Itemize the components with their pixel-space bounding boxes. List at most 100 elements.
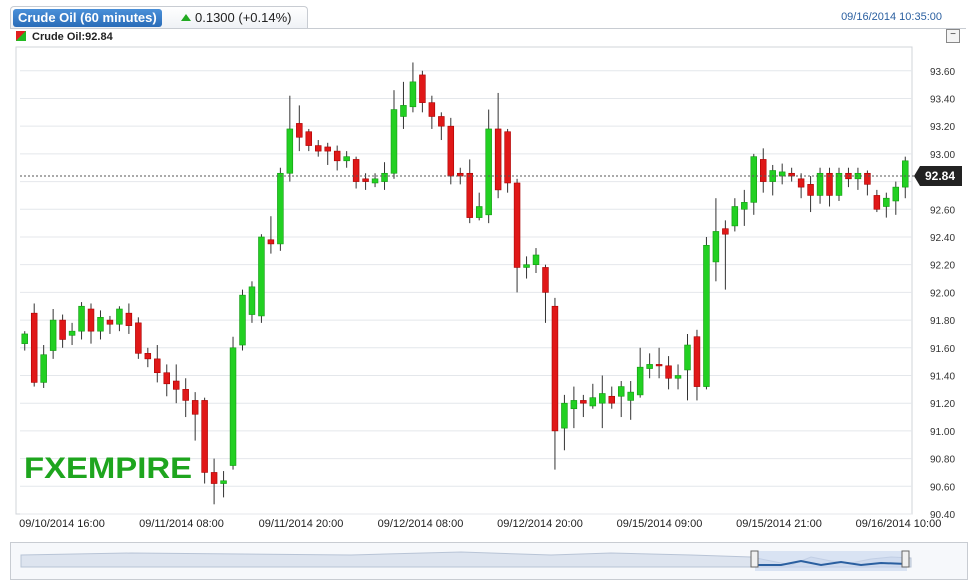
x-tick-label: 09/11/2014 20:00 bbox=[259, 518, 344, 530]
x-tick-label: 09/12/2014 20:00 bbox=[497, 518, 583, 530]
x-tick-label: 09/12/2014 08:00 bbox=[378, 518, 464, 530]
candle-body-up bbox=[248, 286, 256, 315]
y-tick-label: 91.80 bbox=[930, 316, 955, 327]
candle-body-up bbox=[40, 354, 47, 383]
navigator-overview bbox=[20, 550, 912, 571]
candle-body-down bbox=[826, 172, 833, 196]
candle-body-up bbox=[627, 391, 634, 401]
x-axis: 09/10/2014 16:00 09/11/2014 08:00 09/11/20… bbox=[19, 518, 941, 530]
candle-body-down bbox=[201, 400, 208, 473]
candle-body-up bbox=[731, 206, 739, 227]
candle-body-up bbox=[400, 105, 407, 117]
candle-body-down bbox=[87, 308, 95, 332]
candle-body-down bbox=[797, 178, 805, 188]
navigator-left-handle[interactable] bbox=[750, 550, 759, 568]
candle-body-down bbox=[438, 116, 445, 127]
candle-body-down bbox=[608, 395, 615, 404]
candle-body-down bbox=[106, 319, 114, 325]
candle bbox=[30, 303, 38, 387]
candle-body-up bbox=[229, 347, 237, 466]
candle-body-down bbox=[324, 146, 331, 152]
y-tick-label: 92.20 bbox=[930, 261, 955, 272]
candle-body-down bbox=[305, 131, 313, 146]
y-tick-label: 91.60 bbox=[930, 344, 955, 355]
candle-body-down bbox=[362, 178, 369, 182]
candle-body-down bbox=[191, 400, 199, 415]
candle-body-up bbox=[674, 375, 682, 379]
candle bbox=[239, 289, 246, 351]
candle-body-up bbox=[883, 197, 890, 207]
y-tick-label: 91.20 bbox=[930, 399, 955, 410]
candle-body-down bbox=[296, 123, 303, 138]
candle-body-up bbox=[532, 254, 540, 265]
watermark-logo: FXEMPIRE bbox=[24, 452, 192, 485]
y-tick-label: 92.60 bbox=[930, 205, 955, 216]
candle-body-up bbox=[390, 109, 398, 174]
navigator-right-handle[interactable] bbox=[901, 550, 910, 568]
x-tick-label: 09/15/2014 09:00 bbox=[617, 518, 703, 530]
candle-body-up bbox=[381, 172, 388, 182]
candle-body-up bbox=[277, 172, 284, 245]
candle bbox=[135, 317, 142, 359]
y-tick-label: 92.00 bbox=[930, 288, 955, 299]
candle-body-down bbox=[447, 125, 455, 177]
candle-body-down bbox=[210, 472, 218, 484]
y-tick-label: 91.40 bbox=[930, 371, 955, 382]
candle-body-up bbox=[750, 156, 758, 203]
candle-body-up bbox=[78, 305, 85, 332]
candle-body-up bbox=[570, 400, 578, 410]
candle-body-up bbox=[523, 264, 530, 268]
y-tick-label: 93.00 bbox=[930, 150, 955, 161]
candle-body-down bbox=[125, 312, 133, 326]
candle-body-down bbox=[428, 102, 436, 117]
candle-body-down bbox=[722, 228, 729, 235]
candle-body-up bbox=[589, 397, 597, 407]
x-tick-label: 09/15/2014 21:00 bbox=[736, 518, 822, 530]
last-price-marker: 92.84 bbox=[914, 166, 962, 187]
navigator[interactable] bbox=[10, 542, 968, 580]
candle-body-down bbox=[580, 400, 587, 404]
candle-body-up bbox=[835, 172, 843, 196]
navigator-selection[interactable] bbox=[755, 551, 907, 571]
candle-body-up bbox=[21, 333, 28, 344]
candle-body-down bbox=[513, 182, 521, 268]
candle-body-down bbox=[494, 128, 502, 191]
y-tick-label: 93.20 bbox=[930, 122, 955, 133]
candle-body-down bbox=[466, 172, 473, 218]
candle-body-down bbox=[551, 305, 559, 432]
candle-body-down bbox=[30, 312, 38, 383]
candle-body-down bbox=[655, 364, 663, 367]
candle-body-up bbox=[646, 364, 653, 369]
candle bbox=[277, 167, 284, 251]
x-tick-label: 09/11/2014 08:00 bbox=[139, 518, 224, 530]
candle-body-up bbox=[97, 317, 104, 332]
candle-body-down bbox=[807, 184, 814, 196]
y-tick-label: 92.40 bbox=[930, 233, 955, 244]
candle-body-up bbox=[617, 386, 625, 397]
candle bbox=[447, 117, 455, 185]
candle-body-up bbox=[892, 186, 900, 202]
candle-body-up bbox=[485, 128, 492, 216]
candle-body-up bbox=[599, 393, 606, 404]
candle-body-down bbox=[665, 365, 672, 379]
candle-body-up bbox=[343, 156, 350, 162]
candle-body-down bbox=[315, 145, 322, 152]
candle-body-down bbox=[163, 372, 170, 385]
y-tick-label: 90.60 bbox=[930, 482, 955, 493]
candle-body-up bbox=[475, 206, 483, 218]
candle-body-down bbox=[873, 195, 881, 210]
candle-body-up bbox=[816, 172, 824, 196]
candle bbox=[229, 336, 237, 470]
candle-body-up bbox=[116, 308, 123, 325]
candle-body-down bbox=[182, 389, 189, 401]
candle-body-up bbox=[49, 319, 57, 351]
candle-body-up bbox=[239, 294, 246, 346]
candle bbox=[258, 234, 265, 323]
candle-body-up bbox=[703, 244, 710, 387]
candle-body-down bbox=[172, 380, 180, 390]
candle-body-up bbox=[286, 128, 294, 174]
candle-body-up bbox=[68, 330, 76, 336]
price-chart: 90.4090.6090.8091.0091.2091.4091.6091.80… bbox=[15, 46, 962, 530]
candle-body-down bbox=[154, 358, 161, 374]
candle-body-down bbox=[59, 319, 66, 340]
